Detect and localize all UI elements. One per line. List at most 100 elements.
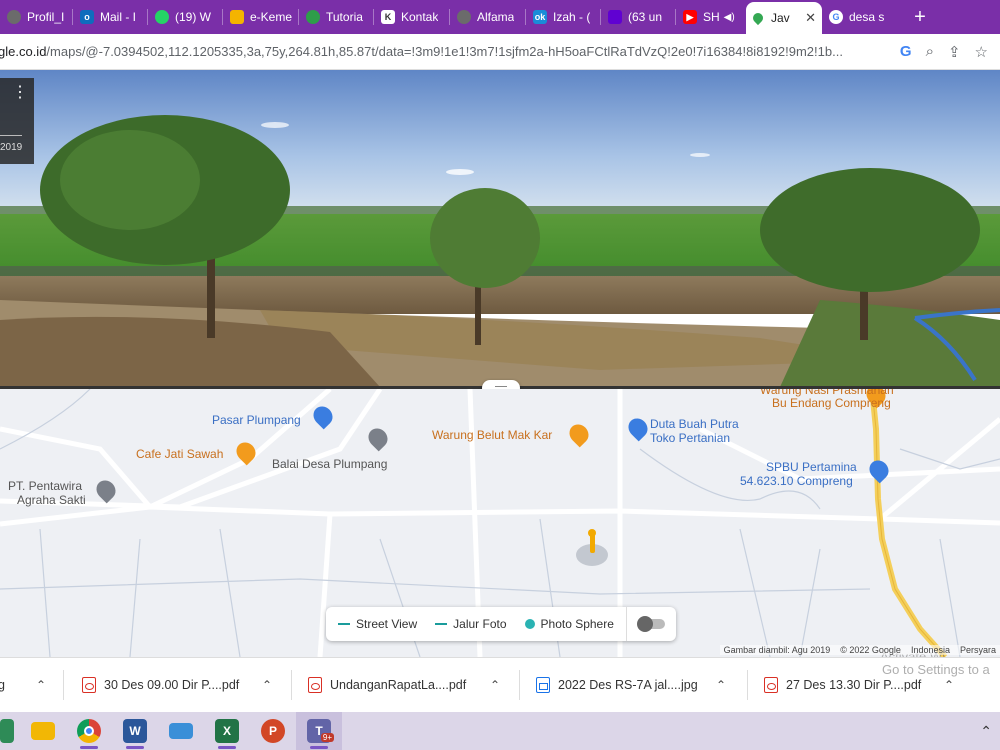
tab-google[interactable]: G desa s bbox=[822, 0, 900, 34]
street-view-line-icon bbox=[338, 623, 350, 625]
chevron-up-icon[interactable]: ⌃ bbox=[944, 678, 954, 692]
url-path: /maps/@-7.0394502,112.1205335,3a,75y,264… bbox=[46, 44, 843, 59]
google-icon: G bbox=[829, 10, 843, 24]
chrome-icon bbox=[77, 719, 101, 743]
poi-pt-pentawira-line2[interactable]: Agraha Sakti bbox=[17, 493, 86, 507]
globe-icon bbox=[7, 10, 21, 24]
windows-taskbar: W X P T 9+ ⌃ bbox=[0, 712, 1000, 750]
poi-spbu-line2[interactable]: 54.623.10 Compreng bbox=[740, 474, 853, 488]
tab-ekeme[interactable]: e-Keme bbox=[223, 0, 299, 34]
pdf-file-icon bbox=[308, 677, 322, 693]
chevron-up-icon[interactable]: ⌃ bbox=[36, 678, 46, 692]
image-file-icon bbox=[536, 677, 550, 693]
tab-title: (63 un bbox=[628, 10, 663, 24]
yahoo-icon bbox=[608, 10, 622, 24]
taskbar-word[interactable]: W bbox=[112, 712, 158, 750]
chevron-up-icon[interactable]: ⌃ bbox=[262, 678, 272, 692]
tab-alfama[interactable]: Alfama bbox=[450, 0, 526, 34]
taskbar-file-explorer[interactable] bbox=[20, 712, 66, 750]
taskbar-remote-desktop[interactable] bbox=[158, 712, 204, 750]
tab-whatsapp[interactable]: (19) W bbox=[148, 0, 223, 34]
word-icon: W bbox=[123, 719, 147, 743]
bookmark-star-icon[interactable]: ☆ bbox=[975, 43, 988, 61]
taskbar-app-partial[interactable] bbox=[0, 712, 20, 750]
taskbar-powerpoint[interactable]: P bbox=[250, 712, 296, 750]
capture-date: Gambar diambil: Agu 2019 bbox=[723, 645, 831, 655]
street-view-info-panel: ⋮ 2019 bbox=[0, 78, 34, 164]
map-view[interactable]: Pasar Plumpang Cafe Jati Sawah Balai Des… bbox=[0, 389, 1000, 657]
poi-balai-desa[interactable]: Balai Desa Plumpang bbox=[272, 457, 387, 471]
photo-path-layer-button[interactable]: Jalur Foto bbox=[423, 617, 512, 631]
tab-yahoo[interactable]: (63 un bbox=[601, 0, 676, 34]
address-bar: gle.co.id/maps/@-7.0394502,112.1205335,3… bbox=[0, 34, 1000, 70]
outlook-icon: o bbox=[80, 10, 94, 24]
new-tab-button[interactable]: + bbox=[900, 0, 940, 34]
download-item[interactable]: UndanganRapatLa....pdf ⌃ bbox=[292, 658, 520, 713]
more-options-icon[interactable]: ⋮ bbox=[12, 85, 28, 101]
pdf-file-icon bbox=[764, 677, 778, 693]
chevron-up-icon[interactable]: ⌃ bbox=[490, 678, 500, 692]
tab-title: desa s bbox=[849, 10, 885, 24]
tab-izah[interactable]: ok Izah - ( bbox=[526, 0, 601, 34]
chevron-up-icon[interactable]: ⌃ bbox=[716, 678, 726, 692]
tab-youtube[interactable]: ▶ SH ◀) bbox=[676, 0, 746, 34]
photo-path-label: Jalur Foto bbox=[453, 617, 507, 631]
tab-profil[interactable]: Profil_I bbox=[0, 0, 73, 34]
layer-toggle-switch[interactable] bbox=[626, 607, 676, 641]
chevron-up-icon[interactable]: ⌃ bbox=[980, 723, 992, 740]
kontak-icon: K bbox=[381, 10, 395, 24]
tab-title: Mail - I bbox=[100, 10, 136, 24]
poi-pt-pentawira[interactable]: PT. Pentawira bbox=[8, 479, 82, 493]
download-item[interactable]: 2022 Des RS-7A jal....jpg ⌃ bbox=[520, 658, 748, 713]
url-field[interactable]: gle.co.id/maps/@-7.0394502,112.1205335,3… bbox=[0, 44, 890, 59]
terms-link[interactable]: Persyara bbox=[960, 645, 996, 655]
street-view-panorama[interactable]: ⋮ 2019 bbox=[0, 70, 1000, 387]
address-bar-actions: G ⌕ ⇪ ☆ bbox=[890, 43, 1000, 61]
tab-kontak[interactable]: K Kontak bbox=[374, 0, 450, 34]
poi-spbu[interactable]: SPBU Pertamina bbox=[766, 460, 857, 474]
tab-mail[interactable]: o Mail - I bbox=[73, 0, 148, 34]
zoom-icon[interactable]: ⌕ bbox=[926, 43, 934, 60]
poi-pasar-plumpang[interactable]: Pasar Plumpang bbox=[212, 413, 301, 427]
close-icon[interactable]: ✕ bbox=[799, 10, 816, 26]
street-view-layer-controls: Street View Jalur Foto Photo Sphere bbox=[326, 607, 676, 641]
tab-maps-active[interactable]: Jav ✕ bbox=[746, 2, 822, 34]
poi-warung-belut[interactable]: Warung Belut Mak Kar bbox=[432, 428, 552, 442]
poi-duta-buah-line2[interactable]: Toko Pertanian bbox=[650, 431, 730, 445]
taskbar-chrome[interactable] bbox=[66, 712, 112, 750]
app-icon bbox=[0, 719, 14, 743]
izah-icon: ok bbox=[533, 10, 547, 24]
tab-tutorial[interactable]: Tutoria bbox=[299, 0, 374, 34]
poi-duta-buah[interactable]: Duta Buah Putra bbox=[650, 417, 739, 431]
street-view-layer-button[interactable]: Street View bbox=[326, 617, 423, 631]
share-icon[interactable]: ⇪ bbox=[948, 43, 961, 61]
map-attribution: Gambar diambil: Agu 2019 © 2022 Google I… bbox=[719, 645, 1000, 655]
youtube-icon: ▶ bbox=[683, 10, 697, 24]
folder-icon bbox=[31, 722, 55, 740]
go-to-settings-watermark: Go to Settings to a bbox=[882, 662, 990, 677]
poi-warung-nasi-line2[interactable]: Bu Endang Compreng bbox=[772, 396, 891, 410]
tab-title: Izah - ( bbox=[553, 10, 591, 24]
street-view-label: Street View bbox=[356, 617, 418, 631]
download-filename: g bbox=[0, 678, 5, 692]
globe-icon bbox=[457, 10, 471, 24]
download-item[interactable]: 30 Des 09.00 Dir P....pdf ⌃ bbox=[64, 658, 292, 713]
tab-title: Alfama bbox=[477, 10, 515, 24]
photo-sphere-dot-icon bbox=[524, 619, 535, 629]
street-view-date: 2019 bbox=[0, 142, 23, 153]
country-link[interactable]: Indonesia bbox=[911, 645, 950, 655]
download-item[interactable]: g ⌃ bbox=[0, 658, 64, 713]
browser-window: Profil_I o Mail - I (19) W e-Keme Tutori… bbox=[0, 0, 1000, 750]
palm-icon bbox=[306, 10, 320, 24]
tab-title: Kontak bbox=[401, 10, 439, 24]
speaker-icon[interactable]: ◀) bbox=[724, 12, 735, 23]
taskbar-teams[interactable]: T 9+ bbox=[296, 712, 342, 750]
google-lens-icon[interactable]: G bbox=[900, 43, 912, 60]
excel-icon: X bbox=[215, 719, 239, 743]
poi-cafe-jati-sawah[interactable]: Cafe Jati Sawah bbox=[136, 447, 223, 461]
street-view-image bbox=[0, 70, 1000, 387]
copyright-text: © 2022 Google bbox=[840, 645, 901, 655]
tab-title: SH bbox=[703, 10, 720, 24]
taskbar-excel[interactable]: X bbox=[204, 712, 250, 750]
photo-sphere-layer-button[interactable]: Photo Sphere bbox=[513, 617, 620, 631]
